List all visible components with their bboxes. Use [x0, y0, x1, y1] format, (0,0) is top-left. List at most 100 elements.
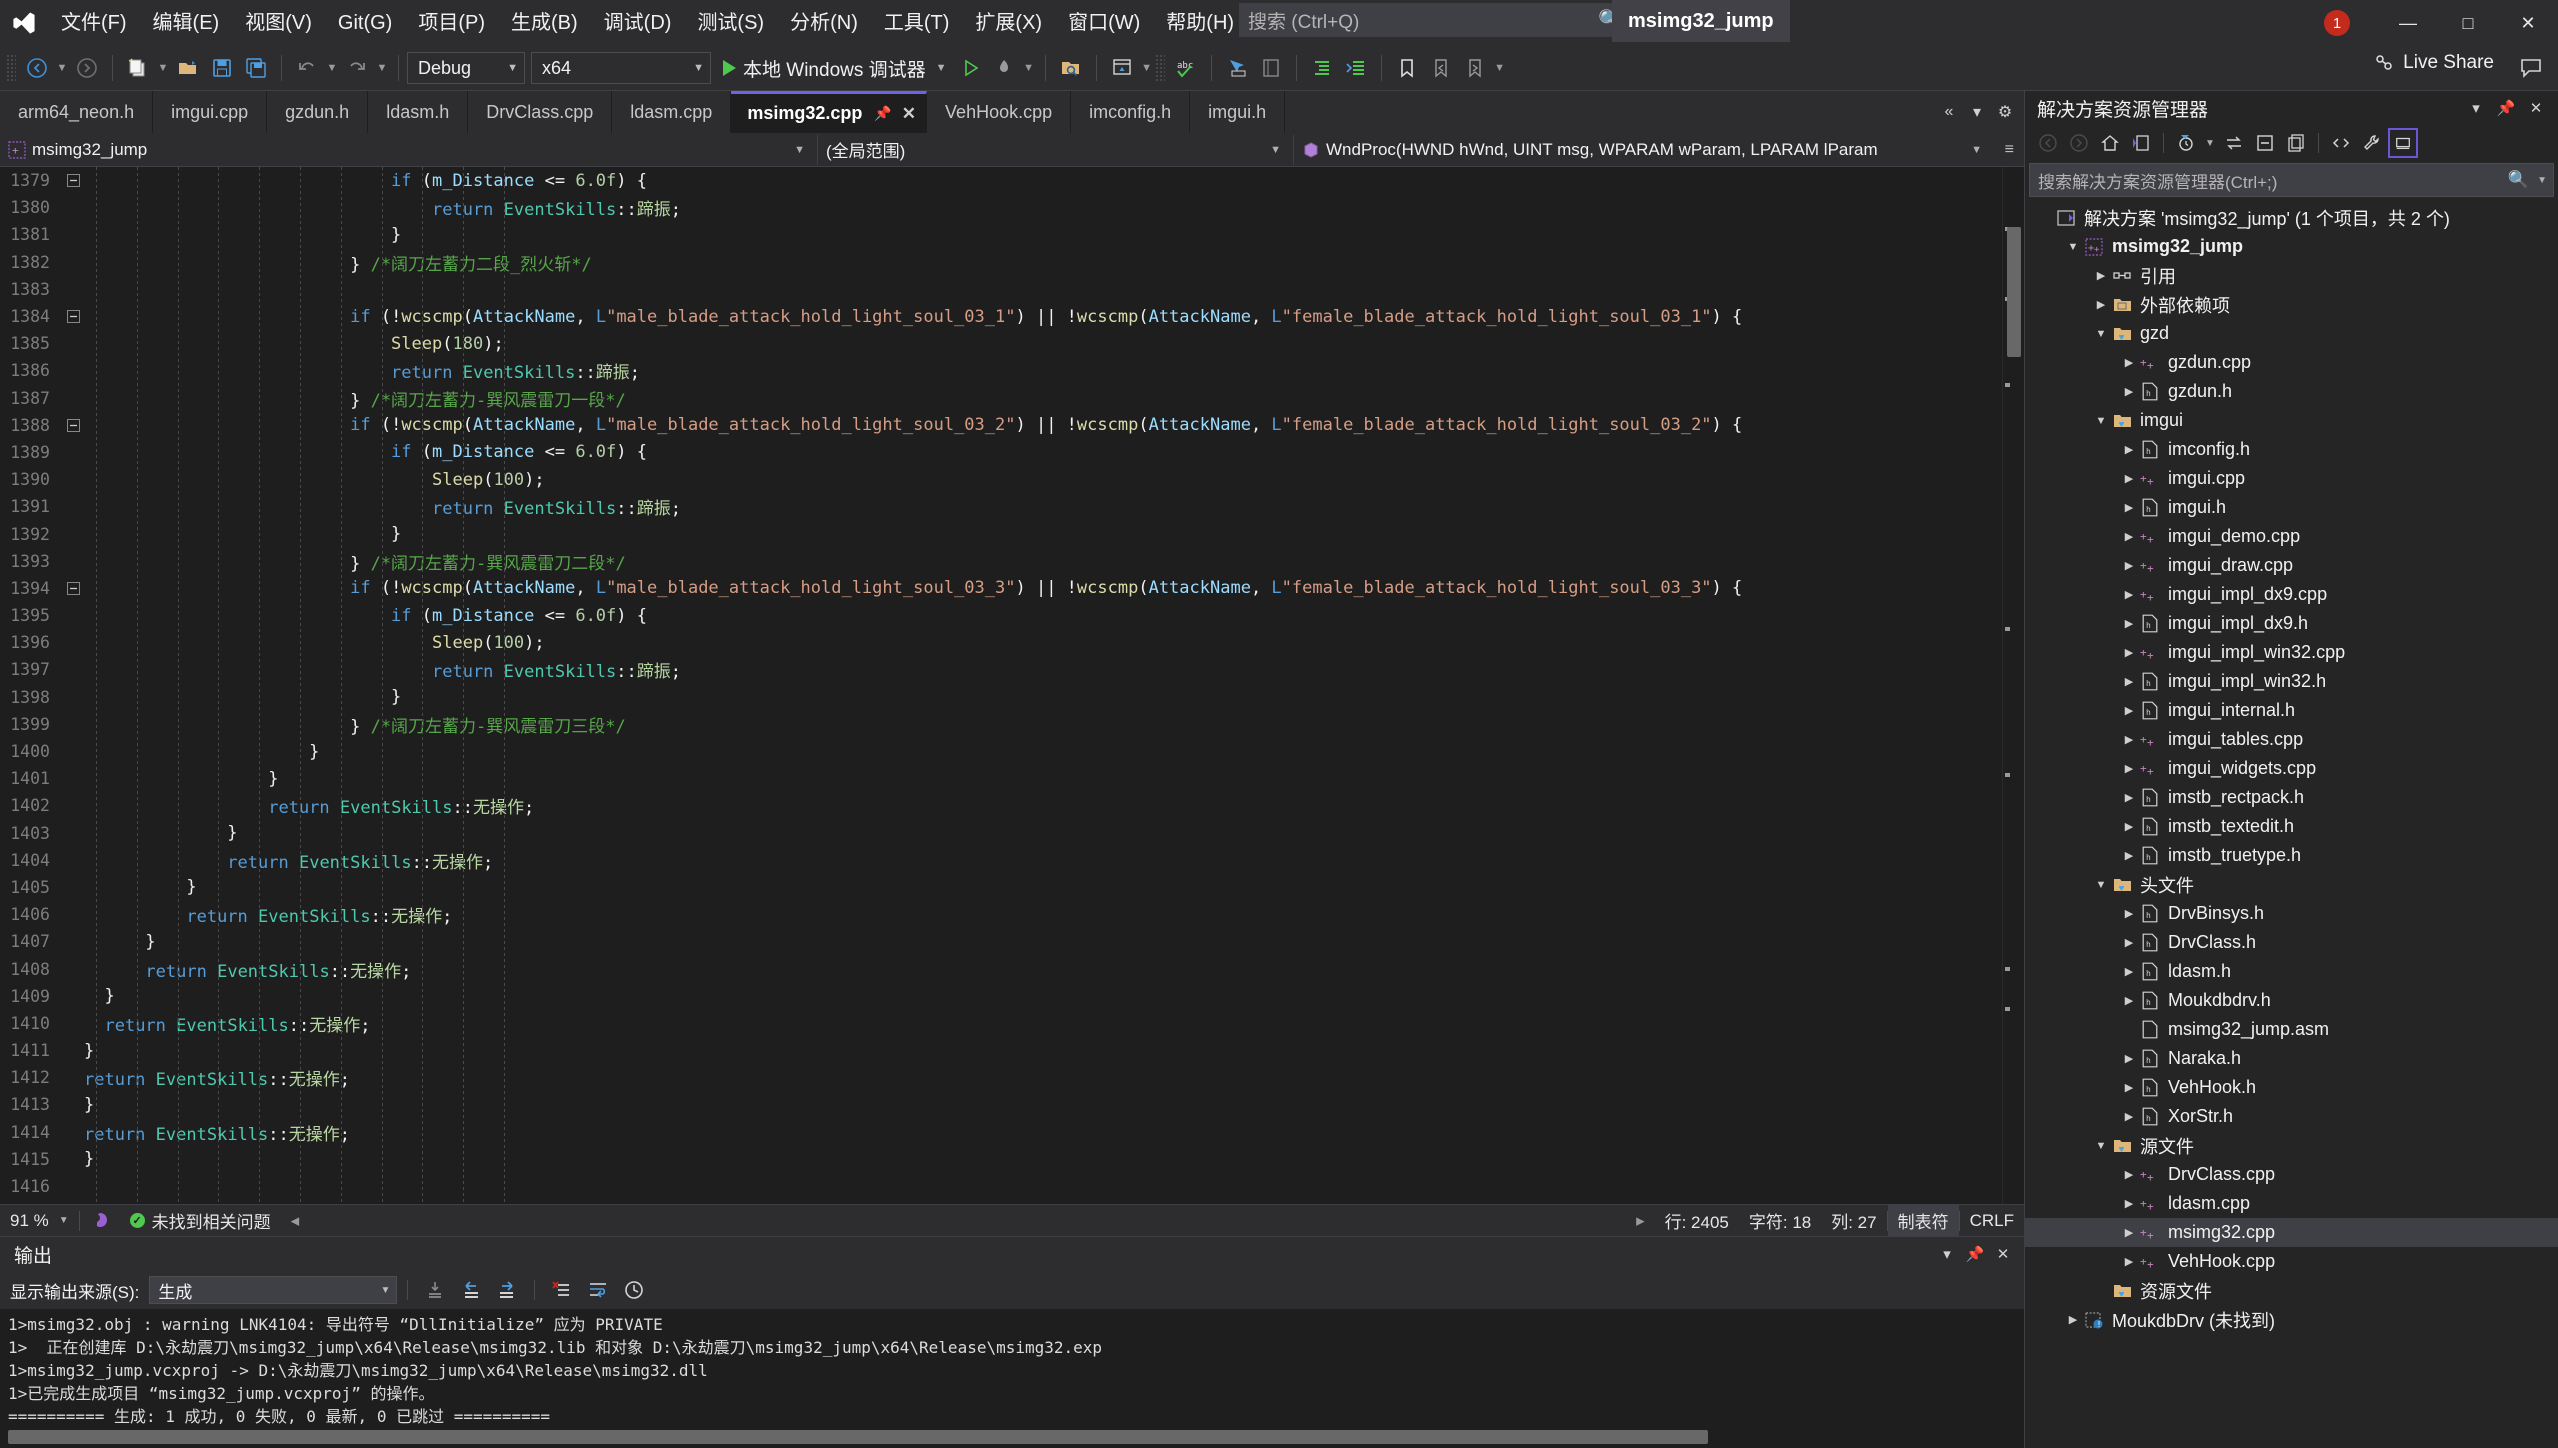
tree-item-gzdun.h[interactable]: ▶ h gzdun.h — [2025, 377, 2558, 406]
tab-gzdun-h[interactable]: gzdun.h — [267, 91, 369, 133]
new-project-icon[interactable] — [121, 49, 155, 87]
minimize-icon[interactable]: — — [2378, 0, 2438, 46]
code-text[interactable]: } /*阔刀左蓄力-巽风震雷刀一段*/ — [84, 386, 2002, 411]
gear-icon[interactable]: ⚙ — [1992, 96, 2018, 128]
menu-analyze[interactable]: 分析(N) — [777, 0, 871, 46]
chevron-right-icon[interactable]: ▶ — [2119, 501, 2139, 514]
output-source-combo[interactable]: 生成 ▼ — [149, 1276, 398, 1304]
chevron-right-icon[interactable]: ▶ — [2119, 356, 2139, 369]
code-line[interactable]: 1401 } — [0, 765, 2002, 792]
code-line[interactable]: 1385 Sleep(180); — [0, 330, 2002, 357]
chevron-down-icon[interactable]: ▼ — [2202, 128, 2218, 158]
code-text[interactable]: } — [84, 986, 2002, 1006]
close-icon[interactable]: ✕ — [2498, 0, 2558, 46]
code-text[interactable]: } — [84, 1095, 2002, 1115]
collapse-region-icon[interactable] — [62, 174, 84, 188]
code-line[interactable]: 1387 } /*阔刀左蓄力-巽风震雷刀一段*/ — [0, 385, 2002, 412]
save-all-icon[interactable] — [239, 49, 273, 87]
code-line[interactable]: 1398 } — [0, 684, 2002, 711]
code-text[interactable]: } — [84, 1041, 2002, 1061]
prev-issue-icon[interactable]: ◂ — [281, 1205, 310, 1237]
code-text[interactable]: } /*阔刀左蓄力二段_烈火斩*/ — [84, 250, 2002, 275]
code-text[interactable]: return EventSkills::无操作; — [84, 902, 2002, 927]
tree-item-gzd[interactable]: ▼ gzd — [2025, 319, 2558, 348]
code-text[interactable]: return EventSkills::无操作; — [84, 1011, 2002, 1036]
navbar-scope-combo[interactable]: (全局范围) ▼ — [818, 134, 1294, 165]
tree-item-imgui.h[interactable]: ▶ h imgui.h — [2025, 493, 2558, 522]
chevron-right-icon[interactable]: ▶ — [2119, 1081, 2139, 1094]
code-text[interactable]: if (m_Distance <= 6.0f) { — [84, 442, 2002, 462]
code-line[interactable]: 1386 return EventSkills::蹄振; — [0, 357, 2002, 384]
navbar-project-combo[interactable]: + msimg32_jump ▼ — [0, 134, 818, 165]
hot-reload-icon[interactable] — [987, 49, 1021, 87]
tree-item-imstb_textedit.h[interactable]: ▶ h imstb_textedit.h — [2025, 812, 2558, 841]
tree-item-msimg32_jump.asm[interactable]: msimg32_jump.asm — [2025, 1015, 2558, 1044]
tree-item-drvbinsys.h[interactable]: ▶ h DrvBinsys.h — [2025, 899, 2558, 928]
tree-item-imstb_truetype.h[interactable]: ▶ h imstb_truetype.h — [2025, 841, 2558, 870]
close-icon[interactable]: ✕ — [902, 104, 916, 124]
code-line[interactable]: 1413} — [0, 1091, 2002, 1118]
chevron-right-icon[interactable]: ▶ — [2119, 472, 2139, 485]
quick-search-box[interactable]: 搜索 (Ctrl+Q) 🔍 — [1239, 3, 1631, 37]
code-text[interactable]: return EventSkills::蹄振; — [84, 657, 2002, 682]
tree-item-imgui_impl_win32.cpp[interactable]: ▶ + + imgui_impl_win32.cpp — [2025, 638, 2558, 667]
collapse-region-icon[interactable] — [62, 310, 84, 324]
scrollbar-thumb[interactable] — [8, 1430, 1708, 1444]
tree-item-vehhook.cpp[interactable]: ▶ + + VehHook.cpp — [2025, 1247, 2558, 1276]
attach-dropdown-icon[interactable]: ▼ — [1139, 49, 1155, 87]
bookmark-icon[interactable] — [1390, 49, 1424, 87]
code-line[interactable]: 1406 return EventSkills::无操作; — [0, 901, 2002, 928]
chevron-right-icon[interactable]: ▶ — [2091, 269, 2111, 282]
live-share-button[interactable]: Live Share — [2373, 52, 2494, 74]
indent-mode[interactable]: 制表符 — [1887, 1204, 1959, 1237]
code-line[interactable]: 1392 } — [0, 520, 2002, 547]
notification-badge[interactable]: 1 — [2324, 10, 2350, 36]
redo-dropdown-icon[interactable]: ▼ — [374, 49, 390, 87]
tree-item-imgui.cpp[interactable]: ▶ + + imgui.cpp — [2025, 464, 2558, 493]
code-line[interactable]: 1391 return EventSkills::蹄振; — [0, 493, 2002, 520]
navbar-member-combo[interactable]: WndProc(HWND hWnd, UINT msg, WPARAM wPar… — [1294, 135, 1994, 165]
code-line[interactable]: 1390 Sleep(100); — [0, 466, 2002, 493]
code-editor[interactable]: 1379 if (m_Distance <= 6.0f) {1380 retur… — [0, 167, 2024, 1204]
chevron-right-icon[interactable]: ▶ — [2119, 1110, 2139, 1123]
code-line[interactable]: 1408 return EventSkills::无操作; — [0, 955, 2002, 982]
chevron-down-icon[interactable]: ▼ — [2091, 879, 2111, 891]
menu-debug[interactable]: 调试(D) — [591, 0, 685, 46]
code-text[interactable]: return EventSkills::无操作; — [84, 957, 2002, 982]
tab-imconfig-h[interactable]: imconfig.h — [1071, 91, 1191, 133]
tab-imgui-cpp[interactable]: imgui.cpp — [153, 91, 268, 133]
pending-changes-filter-icon[interactable] — [2171, 128, 2201, 158]
chevron-down-icon[interactable]: ▼ — [2537, 175, 2547, 186]
editor-vertical-scrollbar[interactable] — [2002, 167, 2024, 1204]
tree-item-[interactable]: 资源文件 — [2025, 1276, 2558, 1305]
tree-item-imgui[interactable]: ▼ imgui — [2025, 406, 2558, 435]
tab-imgui-h[interactable]: imgui.h — [1190, 91, 1286, 133]
close-icon[interactable]: ✕ — [2522, 94, 2550, 122]
select-element-icon[interactable] — [1220, 49, 1254, 87]
tab-list-icon[interactable]: ▾ — [1964, 96, 1990, 128]
tree-item-imgui_impl_win32.h[interactable]: ▶ h imgui_impl_win32.h — [2025, 667, 2558, 696]
code-text[interactable]: return EventSkills::蹄振; — [84, 195, 2002, 220]
tree-item-vehhook.h[interactable]: ▶ h VehHook.h — [2025, 1073, 2558, 1102]
chevron-right-icon[interactable]: ▶ — [2119, 907, 2139, 920]
collapse-all-icon[interactable] — [2250, 128, 2280, 158]
chevron-right-icon[interactable]: ▶ — [2119, 646, 2139, 659]
code-text[interactable]: if (!wcscmp(AttackName, L"male_blade_att… — [84, 307, 2002, 327]
start-debugging-button[interactable]: 本地 Windows 调试器 ▼ — [717, 49, 953, 87]
zoom-level[interactable]: 91 % ▼ — [0, 1205, 79, 1237]
refresh-icon[interactable] — [2219, 128, 2249, 158]
tree-item-imgui_internal.h[interactable]: ▶ h imgui_internal.h — [2025, 696, 2558, 725]
eol-mode[interactable]: CRLF — [1960, 1205, 2024, 1237]
open-file-icon[interactable] — [171, 49, 205, 87]
solution-explorer-tree[interactable]: 解决方案 'msimg32_jump' (1 个项目，共 2 个) ▼ + + msim… — [2025, 201, 2558, 1448]
code-line[interactable]: 1407 } — [0, 928, 2002, 955]
code-line[interactable]: 1388 if (!wcscmp(AttackName, L"male_blad… — [0, 412, 2002, 439]
chevron-down-icon[interactable]: ▼ — [2091, 1140, 2111, 1152]
preview-selected-items-icon[interactable] — [2388, 128, 2418, 158]
code-text[interactable]: } /*阔刀左蓄力-巽风震雷刀二段*/ — [84, 549, 2002, 574]
menu-test[interactable]: 测试(S) — [684, 0, 777, 46]
tree-item-imgui_tables.cpp[interactable]: ▶ + + imgui_tables.cpp — [2025, 725, 2558, 754]
menu-extensions[interactable]: 扩展(X) — [962, 0, 1055, 46]
tree-item-imstb_rectpack.h[interactable]: ▶ h imstb_rectpack.h — [2025, 783, 2558, 812]
code-line[interactable]: 1403 } — [0, 820, 2002, 847]
